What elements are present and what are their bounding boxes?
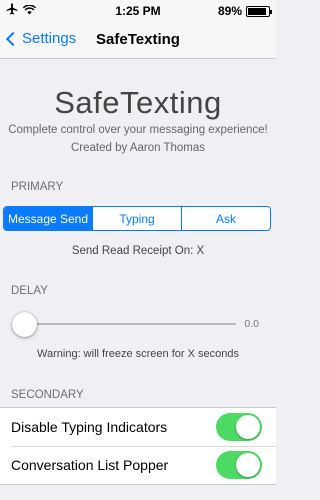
segment-typing[interactable]: Typing xyxy=(92,207,181,230)
segment-message-send[interactable]: Message Send xyxy=(4,207,92,230)
app-tagline: Complete control over your messaging exp… xyxy=(8,124,268,136)
toggle-knob xyxy=(236,453,260,477)
slider-track[interactable] xyxy=(14,323,236,325)
segment-ask[interactable]: Ask xyxy=(181,207,270,230)
battery-icon xyxy=(246,5,272,17)
conversation-list-popper-toggle[interactable] xyxy=(216,451,262,479)
section-header-secondary: SECONDARY xyxy=(11,389,84,401)
delay-slider[interactable]: 0.0 xyxy=(0,309,276,339)
app-title: SafeTexting xyxy=(54,85,222,120)
list-item-label: Disable Typing Indicators xyxy=(11,419,168,435)
slider-value: 0.0 xyxy=(244,318,259,330)
battery-fill xyxy=(248,7,266,15)
list-item-conversation-list-popper: Conversation List Popper xyxy=(0,446,276,484)
navigation-bar: Settings SafeTexting xyxy=(0,22,276,59)
battery-percent: 89% xyxy=(217,4,242,18)
section-header-delay: DELAY xyxy=(11,285,48,297)
page-title: SafeTexting xyxy=(96,31,180,48)
section-header-primary: PRIMARY xyxy=(11,181,64,193)
delay-warning-text: Warning: will freeze screen for X second… xyxy=(37,348,239,360)
list-item-label: Conversation List Popper xyxy=(11,457,169,473)
list-item-disable-typing-indicators: Disable Typing Indicators xyxy=(0,408,276,446)
read-receipt-text: Send Read Receipt On: X xyxy=(71,245,205,257)
primary-mode-segmented-control: Message Send Typing Ask xyxy=(3,206,271,231)
slider-thumb[interactable] xyxy=(12,312,37,337)
disable-typing-indicators-toggle[interactable] xyxy=(216,413,262,441)
status-bar: 1:25 PM 89% xyxy=(0,0,276,22)
secondary-settings-list: Disable Typing Indicators Conversation L… xyxy=(0,407,276,485)
app-author: Created by Aaron Thomas xyxy=(70,142,206,154)
toggle-knob xyxy=(236,415,260,439)
